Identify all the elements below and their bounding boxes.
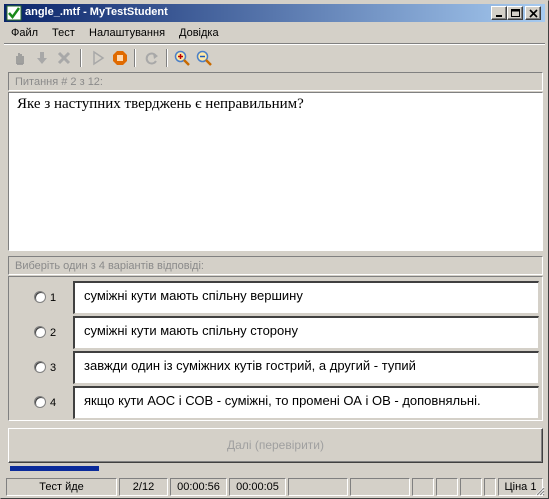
answer-option[interactable]: 2 суміжні кути мають спільну сторону [9, 312, 542, 349]
menu-help[interactable]: Довідка [179, 27, 219, 39]
menu-bar: Файл Тест Налаштування Довідка [4, 24, 545, 43]
maximize-button[interactable] [507, 6, 523, 20]
app-window: angle_.mtf - MyTestStudent Файл Тест Нал… [0, 0, 549, 499]
maximize-icon [511, 9, 520, 17]
close-x-icon [57, 51, 71, 65]
status-question-time: 00:00:05 [229, 478, 286, 496]
answer-option[interactable]: 1 суміжні кути мають спільну вершину [9, 277, 542, 314]
status-empty-cell [412, 478, 434, 496]
status-elapsed-time: 00:00:56 [170, 478, 227, 496]
answer-option[interactable]: 4 якщо кути АОС і СОВ - суміжні, то пром… [9, 382, 542, 419]
redo-button[interactable] [142, 48, 162, 68]
zoom-out-button[interactable] [194, 48, 214, 68]
answer-number: 2 [50, 327, 57, 339]
close-icon [529, 9, 538, 18]
play-button[interactable] [88, 48, 108, 68]
minimize-icon [496, 15, 502, 17]
play-icon [93, 50, 105, 66]
toolbar-separator [134, 49, 136, 67]
question-text: Яке з наступних тверджень є неправильним… [17, 96, 304, 112]
status-empty-cell [436, 478, 458, 496]
title-bar[interactable]: angle_.mtf - MyTestStudent [4, 4, 545, 22]
window-title: angle_.mtf - MyTestStudent [25, 6, 168, 18]
progress-bar [8, 464, 543, 472]
arrow-down-icon [37, 52, 47, 64]
answer-option[interactable]: 3 завжди один із суміжних кутів гострий,… [9, 347, 542, 384]
radio-button[interactable] [34, 291, 46, 303]
close-button[interactable] [525, 6, 541, 20]
toolbar [4, 45, 545, 71]
question-panel: Яке з наступних тверджень є неправильним… [8, 92, 543, 251]
status-empty-cell [288, 478, 348, 496]
radio-button[interactable] [34, 326, 46, 338]
status-counter: 2/12 [119, 478, 168, 496]
radio-button[interactable] [34, 361, 46, 373]
progress-fill [10, 466, 99, 471]
radio-button[interactable] [34, 396, 46, 408]
hand-icon [16, 53, 24, 65]
zoom-out-icon [196, 50, 212, 66]
next-button[interactable]: Далі (перевірити) [8, 428, 543, 463]
stop-icon [113, 51, 127, 65]
answer-text[interactable]: суміжні кути мають спільну вершину [73, 281, 539, 314]
answer-number: 4 [50, 397, 57, 409]
zoom-in-button[interactable] [172, 48, 192, 68]
answer-number: 3 [50, 362, 57, 374]
checkmark-icon [6, 5, 22, 21]
status-bar: Тест йде 2/12 00:00:56 00:00:05 Ціна 1 [4, 477, 545, 496]
answer-number: 1 [50, 292, 57, 304]
status-empty-cell [460, 478, 482, 496]
toolbar-separator [166, 49, 168, 67]
answer-text[interactable]: завжди один із суміжних кутів гострий, а… [73, 351, 539, 384]
answer-text[interactable]: суміжні кути мають спільну сторону [73, 316, 539, 349]
status-empty-cell [484, 478, 496, 496]
delete-button[interactable] [54, 48, 74, 68]
down-button[interactable] [32, 48, 52, 68]
stop-button[interactable] [110, 48, 130, 68]
menu-test[interactable]: Тест [52, 27, 75, 39]
menu-file[interactable]: Файл [11, 27, 38, 39]
minimize-button[interactable] [491, 6, 507, 20]
answers-header: Виберіть один з 4 варіантів відповіді: [8, 256, 543, 275]
resize-grip-icon[interactable] [533, 484, 545, 496]
status-empty-cell [350, 478, 410, 496]
status-state: Тест йде [6, 478, 117, 496]
question-header: Питання # 2 з 12: [8, 72, 543, 91]
answers-panel: 1 суміжні кути мають спільну вершину 2 с… [8, 276, 543, 421]
hand-button[interactable] [10, 48, 30, 68]
menu-settings[interactable]: Налаштування [89, 27, 165, 39]
zoom-in-icon [174, 50, 190, 66]
answer-text[interactable]: якщо кути АОС і СОВ - суміжні, то промен… [73, 386, 539, 419]
toolbar-separator [80, 49, 82, 67]
redo-icon [145, 52, 158, 65]
